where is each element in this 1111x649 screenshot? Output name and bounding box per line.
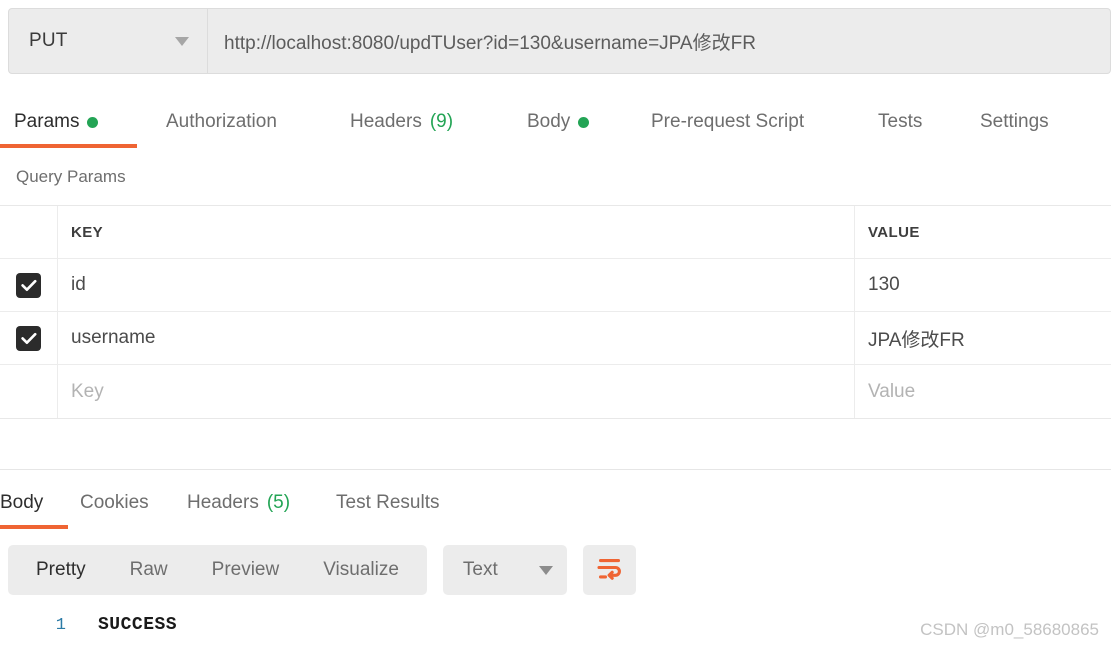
row-checkbox[interactable] [16,272,41,298]
value-cell[interactable]: 130 [855,259,1111,311]
checkbox-cell [0,365,58,418]
postman-request-response-panel: PUT http://localhost:8080/updTUser?id=13… [0,0,1111,649]
row-checkbox[interactable] [16,325,41,351]
key-cell[interactable]: id [58,259,855,311]
format-select[interactable]: Text [442,545,567,595]
active-tab-underline [0,525,68,529]
view-mode-group: Pretty Raw Preview Visualize [8,545,427,595]
response-tab-test-results[interactable]: Test Results [336,481,439,525]
tab-label: Params [14,111,80,132]
view-mode-label: Preview [211,559,280,580]
view-mode-pretty[interactable]: Pretty [14,545,108,595]
key-text: Key [71,380,104,402]
view-mode-label: Pretty [36,559,86,580]
query-params-table: KEY VALUE id 130 username JPA修改FR Key Value [0,205,1111,419]
view-mode-label: Raw [129,559,168,580]
response-divider [0,469,1111,470]
response-tab-headers[interactable]: Headers (5) [187,481,290,525]
view-mode-label: Visualize [323,559,399,580]
request-tab-settings[interactable]: Settings [980,100,1049,144]
tab-label: Test Results [336,492,440,513]
request-tab-pre-request-script[interactable]: Pre-request Script [651,100,804,144]
query-params-title: Query Params [16,167,126,186]
format-select-label: Text [462,559,498,580]
tab-label: Authorization [166,111,277,132]
value-cell[interactable]: Value [855,365,1111,418]
value-text: Value [868,380,916,402]
wrap-lines-icon [596,556,623,585]
response-body-text: SUCCESS [98,615,178,635]
response-tab-cookies[interactable]: Cookies [80,481,149,525]
table-row: id 130 [0,259,1111,312]
request-tab-body[interactable]: Body [527,100,590,144]
wrap-lines-button[interactable] [582,545,636,595]
request-tab-authorization[interactable]: Authorization [166,100,277,144]
chevron-down-icon [538,565,553,575]
request-tab-headers[interactable]: Headers (9) [350,100,453,144]
tab-count: (5) [266,492,291,513]
table-row: Key Value [0,365,1111,418]
key-cell[interactable]: Key [58,365,855,418]
active-tab-underline [0,144,137,148]
url-bar: PUT http://localhost:8080/updTUser?id=13… [8,8,1111,74]
header-value: VALUE [868,223,920,241]
tab-label: Body [527,111,571,132]
value-text: JPA修改FR [868,329,965,351]
key-text: id [71,274,86,295]
value-cell[interactable]: JPA修改FR [855,312,1111,364]
header-checkbox-cell [0,206,58,258]
url-text: http://localhost:8080/updTUser?id=130&us… [224,32,756,54]
key-cell[interactable]: username [58,312,855,364]
tab-label: Settings [980,111,1049,132]
request-tab-tests[interactable]: Tests [878,100,922,144]
chevron-down-icon [175,36,189,46]
table-row: username JPA修改FR [0,312,1111,365]
response-toolbar: Pretty Raw Preview Visualize Text [8,545,636,595]
checkbox-cell[interactable] [0,312,58,364]
tab-label: Headers [187,492,259,513]
header-key: KEY [58,206,855,258]
response-tab-body[interactable]: Body [0,481,68,529]
tab-label: Cookies [80,492,149,513]
response-tab-bar: Body Cookies Headers (5) Test Results [0,481,1111,529]
value-text: 130 [868,274,900,295]
request-tab-bar: Params Authorization Headers (9) Body Pre-req… [0,100,1111,148]
tab-label: Body [0,492,44,513]
status-dot-icon [578,116,590,128]
view-mode-visualize[interactable]: Visualize [301,545,421,595]
request-tab-params[interactable]: Params [0,100,137,148]
view-mode-raw[interactable]: Raw [108,545,190,595]
checkbox-cell[interactable] [0,259,58,311]
tab-label: Headers [350,111,422,132]
tab-count: (9) [429,111,454,132]
http-method-select[interactable]: PUT [8,8,208,74]
http-method-label: PUT [29,30,68,51]
url-input[interactable]: http://localhost:8080/updTUser?id=130&us… [208,8,1111,74]
table-header-row: KEY VALUE [0,206,1111,259]
line-number: 1 [55,616,66,635]
tab-label: Tests [878,111,923,132]
status-dot-icon [87,116,99,128]
view-mode-preview[interactable]: Preview [190,545,302,595]
watermark: CSDN @m0_58680865 [920,620,1099,639]
tab-label: Pre-request Script [651,111,805,132]
key-text: username [71,327,156,348]
